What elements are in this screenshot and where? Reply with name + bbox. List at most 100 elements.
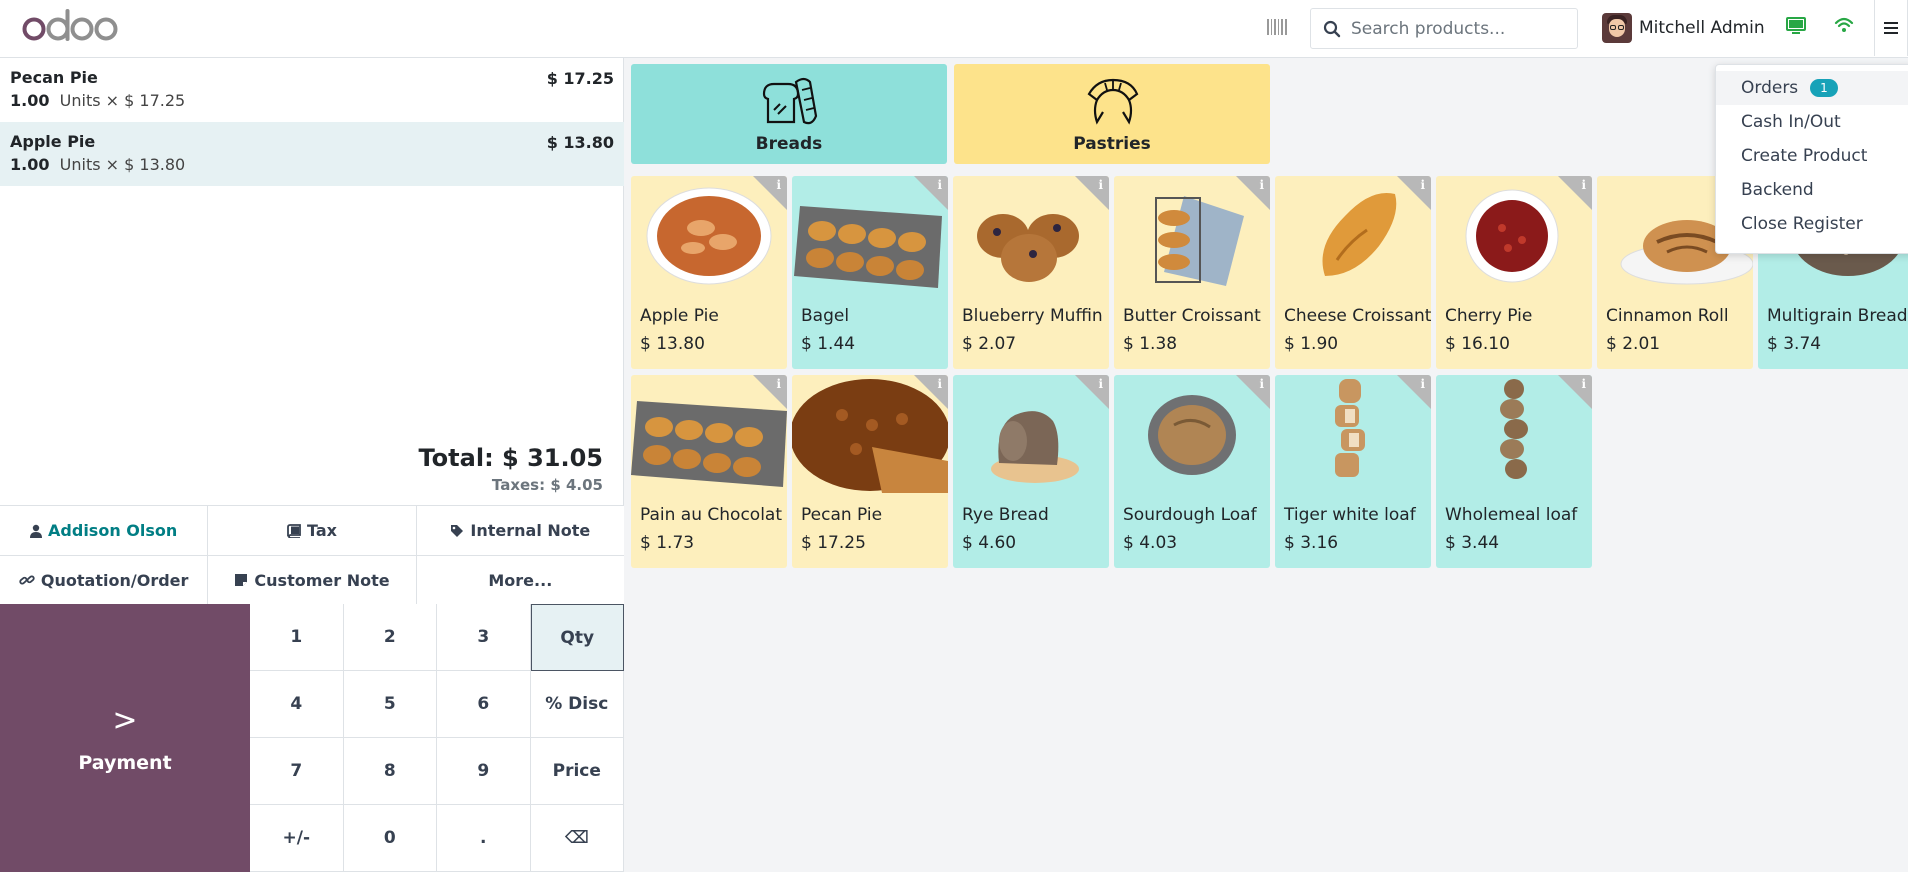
customer-note-button[interactable]: Customer Note	[208, 556, 417, 604]
category-label: Pastries	[1073, 134, 1151, 154]
info-icon[interactable]: i	[1259, 377, 1264, 391]
payment-label: Payment	[78, 751, 172, 774]
customer-name: Addison Olson	[48, 521, 178, 540]
product-name: Pain au Chocolat	[640, 505, 783, 525]
product-price: $ 4.03	[1123, 533, 1178, 553]
payment-button[interactable]: > Payment	[0, 604, 250, 872]
product-name: Blueberry Muffin	[962, 306, 1103, 326]
order-total: Total: $ 31.05	[418, 444, 604, 472]
top-header: Mitchell Admin	[0, 0, 1908, 58]
product-card[interactable]: i Rye Bread $ 4.60	[953, 375, 1109, 568]
product-price: $ 13.80	[640, 334, 705, 354]
menu-item-create-product[interactable]: Create Product	[1716, 139, 1908, 173]
numpad-key-1[interactable]: 1	[250, 604, 344, 671]
navbar-dropdown-menu: Orders 1 Cash In/Out Create Product Back…	[1715, 64, 1908, 254]
order-line-price: $ 13.80	[546, 133, 614, 152]
tax-label: Tax	[307, 521, 337, 540]
wifi-icon[interactable]	[1834, 16, 1854, 34]
info-icon[interactable]: i	[1420, 377, 1425, 391]
order-line-detail: 1.00 Units × $ 13.80	[10, 155, 614, 174]
menu-item-orders[interactable]: Orders 1	[1716, 71, 1908, 105]
search-input[interactable]	[1351, 18, 1561, 39]
internal-note-label: Internal Note	[470, 521, 591, 540]
numpad-key-7[interactable]: 7	[250, 738, 344, 805]
product-card[interactable]: i Cherry Pie $ 16.10	[1436, 176, 1592, 369]
product-search-box[interactable]	[1310, 8, 1578, 49]
product-card[interactable]: i Bagel $ 1.44	[792, 176, 948, 369]
hamburger-menu-button[interactable]	[1874, 0, 1908, 56]
numpad-backspace[interactable]: ⌫	[530, 805, 624, 872]
numpad-key-9[interactable]: 9	[437, 738, 531, 805]
monitor-icon[interactable]	[1786, 17, 1806, 35]
info-icon[interactable]: i	[937, 377, 942, 391]
menu-item-close-register[interactable]: Close Register	[1716, 207, 1908, 241]
numpad-key-5[interactable]: 5	[343, 671, 437, 738]
menu-item-cash-in-out[interactable]: Cash In/Out	[1716, 105, 1908, 139]
numpad-key-6[interactable]: 6	[437, 671, 531, 738]
order-line-qty: 1.00	[10, 91, 50, 110]
numpad-key-decimal[interactable]: .	[437, 805, 531, 872]
category-breads[interactable]: Breads	[631, 64, 947, 164]
product-price: $ 1.90	[1284, 334, 1339, 354]
search-icon	[1323, 20, 1341, 37]
odoo-logo[interactable]	[22, 9, 118, 47]
product-card[interactable]: i Pecan Pie $ 17.25	[792, 375, 948, 568]
product-name: Pecan Pie	[801, 505, 883, 525]
product-card[interactable]: i Tiger white loaf $ 3.16	[1275, 375, 1431, 568]
product-price: $ 3.44	[1445, 533, 1500, 553]
product-card[interactable]: i Apple Pie $ 13.80	[631, 176, 787, 369]
product-price: $ 2.01	[1606, 334, 1661, 354]
category-label: Breads	[755, 134, 823, 154]
info-icon[interactable]: i	[1420, 178, 1425, 192]
product-card[interactable]: i Butter Croissant $ 1.38	[1114, 176, 1270, 369]
quotation-order-button[interactable]: Quotation/Order	[0, 556, 209, 604]
numpad-mode-price[interactable]: Price	[530, 738, 624, 805]
product-card[interactable]: i Blueberry Muffin $ 2.07	[953, 176, 1109, 369]
barcode-icon[interactable]	[1266, 17, 1288, 37]
order-line-selected[interactable]: Apple Pie $ 13.80 1.00 Units × $ 13.80	[0, 122, 624, 186]
product-name: Tiger white loaf	[1284, 505, 1416, 525]
info-icon[interactable]: i	[1581, 178, 1586, 192]
product-name: Cheese Croissant	[1284, 306, 1431, 326]
more-button[interactable]: More...	[416, 556, 624, 604]
order-taxes: Taxes: $ 4.05	[491, 476, 603, 494]
product-price: $ 1.38	[1123, 334, 1178, 354]
numpad-key-plus-minus[interactable]: +/-	[250, 805, 344, 872]
product-card[interactable]: i Wholemeal loaf $ 3.44	[1436, 375, 1592, 568]
internal-note-button[interactable]: Internal Note	[416, 506, 624, 555]
info-icon[interactable]: i	[1259, 178, 1264, 192]
numpad-key-4[interactable]: 4	[250, 671, 344, 738]
numpad-key-3[interactable]: 3	[437, 604, 531, 671]
product-name: Sourdough Loaf	[1123, 505, 1257, 525]
product-price: $ 16.10	[1445, 334, 1510, 354]
product-price: $ 17.25	[801, 533, 866, 553]
numpad-key-0[interactable]: 0	[343, 805, 437, 872]
more-label: More...	[488, 570, 553, 590]
numpad-key-8[interactable]: 8	[343, 738, 437, 805]
tax-button[interactable]: Tax	[208, 506, 417, 555]
product-card[interactable]: i Cheese Croissant $ 1.90	[1275, 176, 1431, 369]
numpad-mode-qty[interactable]: Qty	[530, 604, 624, 671]
numpad-key-2[interactable]: 2	[343, 604, 437, 671]
customer-button[interactable]: Addison Olson	[0, 506, 209, 555]
category-pastries[interactable]: Pastries	[954, 64, 1270, 164]
order-line[interactable]: Pecan Pie $ 17.25 1.00 Units × $ 17.25	[0, 58, 624, 122]
product-card[interactable]: i Sourdough Loaf $ 4.03	[1114, 375, 1270, 568]
info-icon[interactable]: i	[1098, 178, 1103, 192]
info-icon[interactable]: i	[776, 377, 781, 391]
numpad-mode-discount[interactable]: % Disc	[530, 671, 624, 738]
user-name: Mitchell Admin	[1639, 18, 1765, 38]
product-name: Cherry Pie	[1445, 306, 1533, 326]
product-name: Butter Croissant	[1123, 306, 1261, 326]
product-card[interactable]: i Pain au Chocolat $ 1.73	[631, 375, 787, 568]
info-icon[interactable]: i	[1098, 377, 1103, 391]
menu-item-backend[interactable]: Backend	[1716, 173, 1908, 207]
order-line-name: Pecan Pie	[10, 68, 98, 87]
control-row-1: Addison Olson Tax Internal Note	[0, 505, 624, 555]
info-icon[interactable]: i	[937, 178, 942, 192]
user-menu[interactable]: Mitchell Admin	[1602, 13, 1765, 43]
info-icon[interactable]: i	[776, 178, 781, 192]
product-price: $ 3.74	[1767, 334, 1822, 354]
info-icon[interactable]: i	[1581, 377, 1586, 391]
product-name: Rye Bread	[962, 505, 1049, 525]
